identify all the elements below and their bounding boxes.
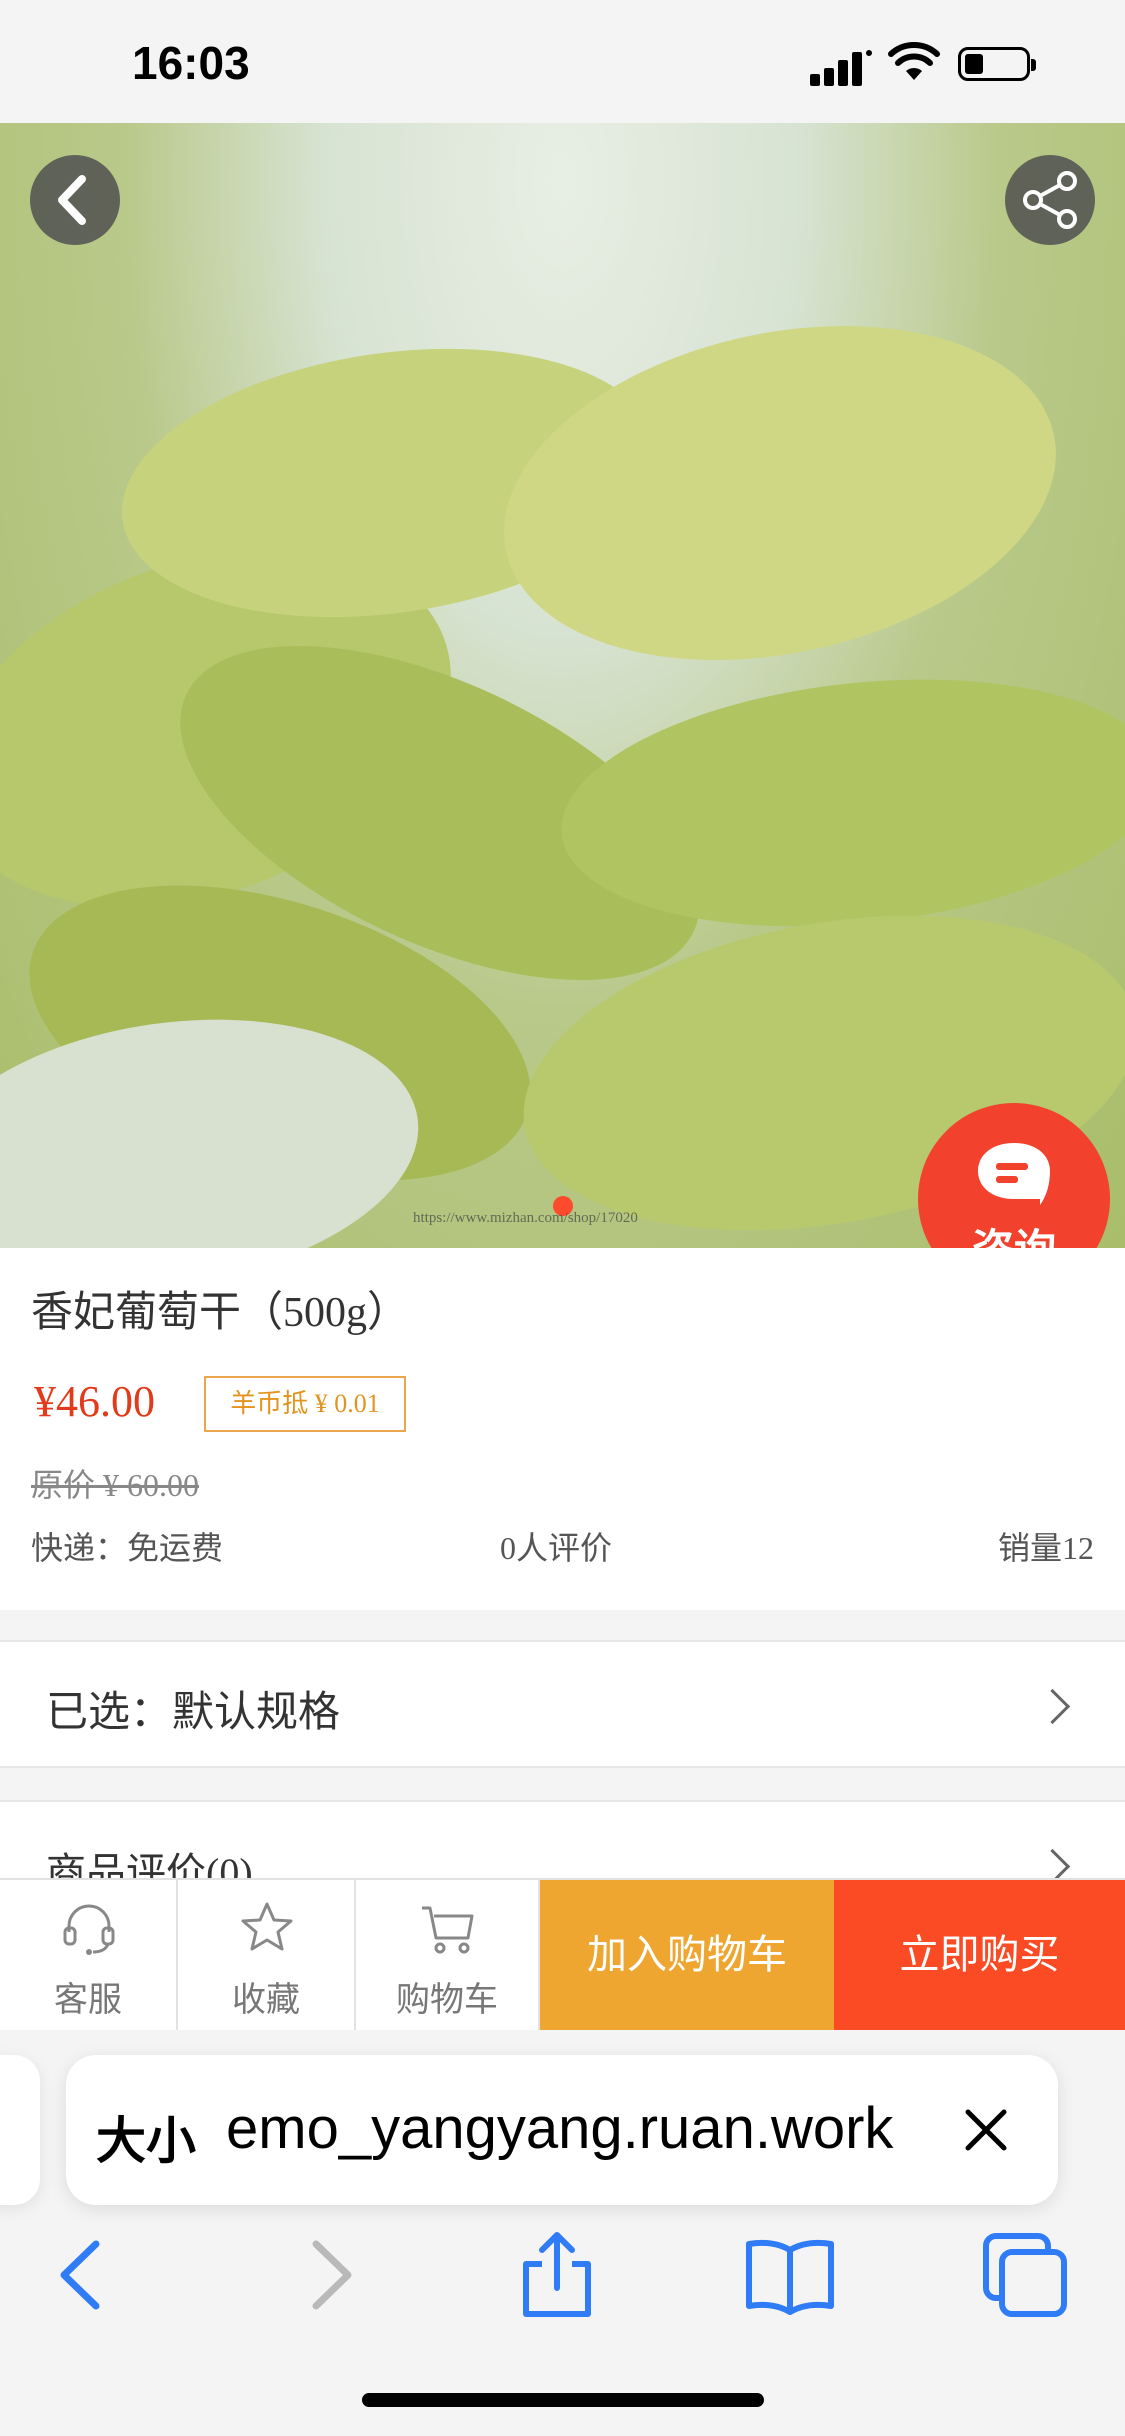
favorite-button[interactable]: 收藏 [178,1880,356,2030]
product-price: ¥46.00 [34,1377,155,1426]
headset-icon [63,1904,115,1955]
consult-label: 咨询 [918,1216,1110,1248]
shipping-info: 快递：免运费 [31,1530,224,1566]
customer-service-label: 客服 [54,1980,122,2020]
chevron-right-icon [1034,1848,1071,1880]
share-nav-icon[interactable] [512,2230,602,2320]
cart-icon [422,1906,474,1954]
sales-count: 销量12 [997,1530,1094,1566]
product-image[interactable]: https://www.mizhan.com/shop/17020 咨询 [0,123,1125,1248]
back-button[interactable] [30,155,120,245]
share-button[interactable] [1005,155,1095,245]
star-icon [241,1902,293,1951]
reviews-label: 商品评价(0) [46,1850,253,1880]
status-bar: 16:03 [0,0,1125,123]
url-text[interactable]: emo_yangyang.ruan.work [226,2095,893,2162]
product-title: 香妃葡萄干（500g） [31,1290,410,1336]
customer-service-button[interactable]: 客服 [0,1880,178,2030]
spec-label: 已选：默认规格 [46,1687,341,1736]
add-to-cart-button[interactable]: 加入购物车 [540,1880,834,2030]
chevron-right-icon [1034,1688,1071,1725]
chat-bubble-icon [978,1143,1050,1205]
home-indicator [362,2393,764,2407]
previous-tab-peek[interactable] [0,2055,40,2205]
review-count: 0人评价 [500,1530,613,1566]
back-nav-icon[interactable] [40,2230,130,2320]
cellular-signal-icon [810,50,872,86]
tabs-icon[interactable] [980,2230,1070,2320]
cart-label: 购物车 [396,1980,498,2020]
cart-button[interactable]: 购物车 [356,1880,540,2030]
browser-toolbar: 大小 emo_yangyang.ruan.work [0,2030,1125,2436]
favorite-label: 收藏 [232,1980,300,2020]
text-size-button[interactable]: 大小 [96,2101,196,2173]
status-time: 16:03 [132,37,250,89]
share-icon [1023,171,1077,229]
coupon-badge: 羊币抵 ¥ 0.01 [204,1376,406,1432]
product-info: 香妃葡萄干（500g） ¥46.00 羊币抵 ¥ 0.01 原价 ¥ 60.00… [0,1248,1125,1610]
chevron-left-icon [58,175,86,225]
buy-now-button[interactable]: 立即购买 [834,1880,1125,2030]
forward-nav-icon[interactable] [282,2230,372,2320]
image-watermark: https://www.mizhan.com/shop/17020 [413,1210,638,1226]
close-icon[interactable] [956,2100,1016,2160]
battery-icon [958,47,1036,81]
original-price: 原价 ¥ 60.00 [31,1467,200,1503]
bookmarks-icon[interactable] [745,2230,835,2320]
reviews-row[interactable]: 商品评价(0) [0,1800,1125,1880]
spec-selector[interactable]: 已选：默认规格 [0,1640,1125,1768]
wifi-icon [888,42,940,80]
address-bar[interactable]: 大小 emo_yangyang.ruan.work [66,2055,1058,2205]
action-bar: 客服 收藏 购物车 加入购物车 立即购买 [0,1878,1125,2030]
